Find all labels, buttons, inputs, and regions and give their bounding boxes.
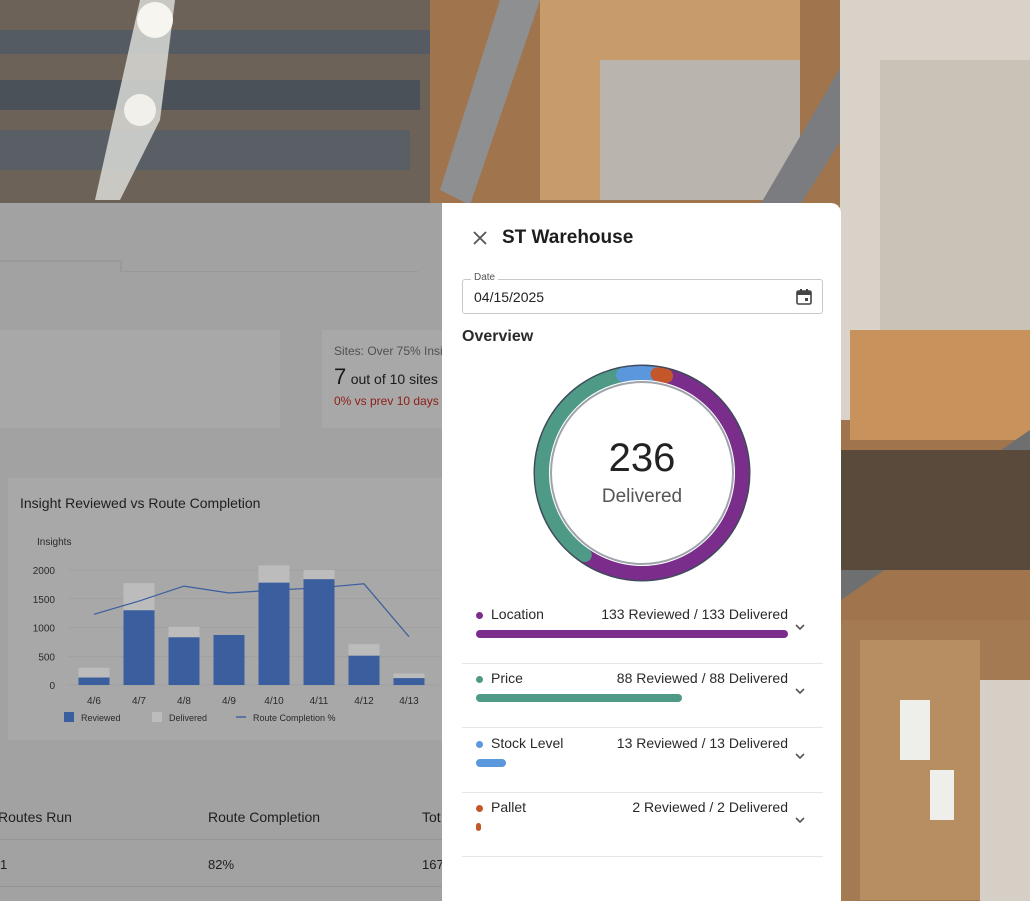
metric-values: 133 Reviewed / 133 Delivered — [601, 606, 788, 622]
kpi-delta: 0% vs prev 10 days — [334, 394, 439, 408]
metric-row-location[interactable]: Location 133 Reviewed / 133 Delivered — [462, 600, 823, 664]
chart-bar-reviewed — [123, 610, 155, 685]
chart-xtick-label: 4/6 — [87, 696, 101, 707]
donut-segment-pallet — [650, 367, 674, 383]
metric-values: 2 Reviewed / 2 Delivered — [632, 799, 788, 815]
legend-label-route-completion: Route Completion % — [253, 713, 336, 723]
chart-ytick-label: 500 — [38, 652, 55, 663]
chevron-down-icon[interactable] — [793, 749, 807, 763]
chart-xtick-label: 4/13 — [399, 696, 419, 707]
chart-ytick-label: 2000 — [33, 566, 56, 577]
chart-xtick-label: 4/11 — [310, 696, 329, 707]
table-header-routes-run: Routes Run — [0, 809, 72, 825]
donut-total-label: Delivered — [601, 486, 683, 507]
kpi-card-empty — [0, 330, 280, 428]
metric-progress-bar — [476, 823, 481, 831]
insight-chart: Insights 0 500 1000 1500 2000 4/6 4/7 4/8 4/9 4/10… — [33, 537, 442, 723]
table-cell-routes-run: 1 — [0, 857, 8, 872]
chevron-down-icon[interactable] — [793, 813, 807, 827]
chart-xtick-label: 4/8 — [177, 696, 191, 707]
chart-xtick-label: 4/12 — [354, 696, 374, 707]
metric-progress-bar — [476, 630, 788, 638]
legend-label-delivered: Delivered — [169, 713, 207, 723]
chart-ytick-label: 1500 — [33, 595, 56, 606]
chart-xtick-label: 4/7 — [132, 696, 146, 707]
metric-name: Location — [491, 606, 544, 622]
overview-heading: Overview — [462, 328, 534, 345]
table-cell-total: 167 — [422, 857, 442, 872]
chart-ytick-label: 0 — [49, 681, 55, 692]
legend-label-reviewed: Reviewed — [81, 713, 121, 723]
metric-dot-stock-level — [476, 741, 483, 748]
kpi-title: Sites: Over 75% Insi — [334, 344, 442, 358]
legend-swatch-delivered — [152, 712, 162, 722]
tab-divider — [122, 271, 418, 272]
panel-title: ST Warehouse — [502, 227, 634, 248]
metric-values: 88 Reviewed / 88 Delivered — [616, 670, 788, 686]
metric-row-price[interactable]: Price 88 Reviewed / 88 Delivered — [462, 664, 823, 728]
warehouse-detail-panel: ST Warehouse Date Overview 236 Delivered… — [442, 203, 841, 901]
chart-bar-reviewed — [348, 655, 380, 685]
kpi-value: 7 — [334, 364, 347, 389]
chart-bar-reviewed — [78, 677, 110, 685]
metric-name: Stock Level — [491, 735, 564, 751]
chart-xtick-label: 4/10 — [264, 696, 284, 707]
donut-total: 236 — [608, 436, 676, 480]
table-divider — [0, 886, 442, 887]
metric-dot-pallet — [476, 805, 483, 812]
dashboard-overlay: Sites: Over 75% Insi 7 out of 10 sites 0… — [0, 203, 442, 901]
chart-bar-reviewed — [393, 678, 425, 685]
chevron-down-icon[interactable] — [793, 684, 807, 698]
metric-values: 13 Reviewed / 13 Delivered — [616, 735, 788, 751]
insight-chart-card: Insight Reviewed vs Route Completion Ins… — [8, 478, 442, 740]
kpi-value-suffix: out of 10 sites — [350, 371, 438, 387]
date-label: Date — [471, 272, 499, 283]
metric-name: Pallet — [491, 799, 527, 815]
metric-progress-bar — [476, 694, 683, 702]
chart-xtick-label: 4/9 — [222, 696, 236, 707]
tab-underline — [0, 260, 120, 262]
chart-ylabel: Insights — [37, 537, 71, 548]
legend-swatch-reviewed — [64, 712, 74, 722]
metric-dot-location — [476, 612, 483, 619]
calendar-icon[interactable] — [795, 288, 813, 306]
table-header-route-completion: Route Completion — [208, 809, 321, 825]
metric-dot-price — [476, 676, 483, 683]
kpi-value-row: 7 out of 10 sites — [334, 364, 442, 390]
date-input[interactable] — [474, 289, 674, 305]
chart-bar-reviewed — [168, 637, 200, 685]
close-icon — [473, 231, 487, 245]
metric-name: Price — [491, 670, 523, 686]
kpi-card-sites: Sites: Over 75% Insi 7 out of 10 sites 0… — [322, 330, 442, 428]
chart-bar-reviewed — [303, 579, 335, 685]
chart-ytick-label: 1000 — [33, 624, 56, 635]
table-cell-route-completion: 82% — [208, 857, 235, 872]
table-divider — [0, 839, 442, 840]
metric-row-pallet[interactable]: Pallet 2 Reviewed / 2 Delivered — [462, 793, 823, 857]
chart-bar-reviewed — [258, 582, 290, 685]
close-button[interactable] — [470, 228, 490, 248]
chart-bar-reviewed — [213, 634, 245, 685]
chevron-down-icon[interactable] — [793, 620, 807, 634]
metric-progress-bar — [476, 759, 507, 767]
metric-row-stock-level[interactable]: Stock Level 13 Reviewed / 13 Delivered — [462, 729, 823, 793]
table-header-total: Tot — [422, 809, 441, 825]
date-field[interactable]: Date — [462, 272, 823, 314]
